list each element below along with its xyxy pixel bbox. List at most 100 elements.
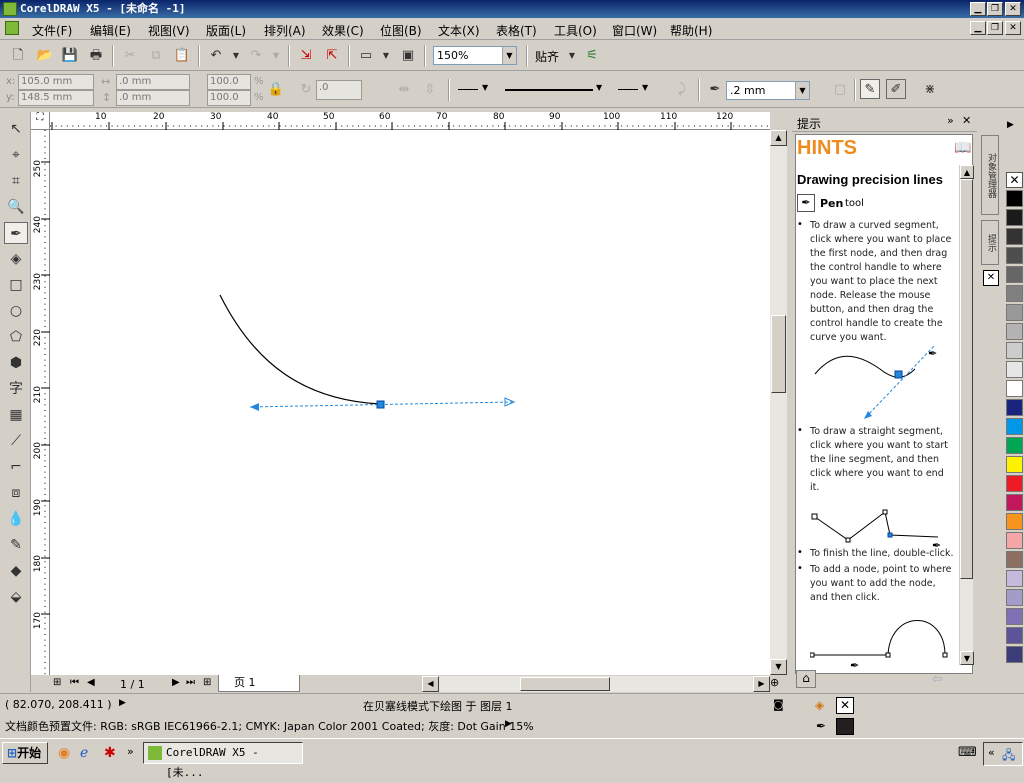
fill-tool-icon[interactable]: ◆ (4, 560, 28, 582)
minimize-button[interactable]: ▁ (970, 2, 986, 16)
color-swatch[interactable] (1006, 228, 1023, 245)
color-swatch[interactable] (1006, 570, 1023, 587)
table-tool-icon[interactable]: ▦ (4, 404, 28, 426)
shape-tool-icon[interactable]: ⌖ (4, 144, 28, 166)
launcher-dropdown-icon[interactable]: ▼ (376, 46, 396, 66)
width-field[interactable]: .0 mm (116, 74, 190, 90)
ruler-origin-icon[interactable]: ⛶ (31, 112, 50, 130)
scale-y-field[interactable]: 100.0 (207, 90, 251, 106)
open-icon[interactable]: 📂 (35, 46, 55, 66)
y-position-field[interactable]: 148.5 mm (18, 90, 94, 106)
scroll-right-icon[interactable]: ▶ (753, 676, 770, 692)
eyedropper-tool-icon[interactable]: 💧 (4, 508, 28, 530)
color-swatch[interactable] (1006, 190, 1023, 207)
color-swatch[interactable] (1006, 418, 1023, 435)
tab-object-manager[interactable]: 对象管理器 (981, 135, 999, 215)
color-swatch[interactable] (1006, 627, 1023, 644)
home-icon[interactable]: ⌂ (796, 670, 816, 688)
blend-tool-icon[interactable]: ⧈ (4, 482, 28, 504)
color-swatch[interactable] (1006, 494, 1023, 511)
tab-hints[interactable]: 提示 (981, 220, 999, 265)
color-swatch[interactable] (1006, 589, 1023, 606)
outline-tool-icon[interactable]: ✎ (4, 534, 28, 556)
paste-icon[interactable]: 📋 (172, 46, 192, 66)
application-launcher-icon[interactable]: ▭ (356, 46, 376, 66)
pick-tool-icon[interactable]: ↖ (4, 118, 28, 140)
doc-close-button[interactable]: ✕ (1005, 21, 1021, 35)
help-book-icon[interactable]: 📖 (954, 140, 971, 156)
reverse-direction-icon[interactable]: ⤸ (672, 80, 692, 100)
crop-tool-icon[interactable]: ⌗ (4, 170, 28, 192)
scroll-up-icon[interactable]: ▲ (960, 165, 974, 179)
menu-table[interactable]: 表格(T) (496, 22, 537, 39)
next-page-icon[interactable]: ▶ (172, 677, 180, 688)
lock-ratio-icon[interactable]: 🔒 (266, 80, 286, 100)
navigator-icon[interactable]: ⊕ (770, 676, 779, 689)
redo-icon[interactable]: ↷ (246, 46, 266, 66)
mirror-vertical-icon[interactable]: ⇳ (420, 80, 440, 100)
scroll-down-icon[interactable]: ▼ (960, 651, 974, 665)
color-swatch[interactable] (1006, 646, 1023, 663)
menu-effects[interactable]: 效果(C) (322, 22, 364, 39)
app-icon[interactable]: ✱ (104, 745, 116, 761)
keyboard-icon[interactable]: ⌨ (958, 745, 977, 760)
scroll-up-icon[interactable]: ▲ (770, 130, 787, 146)
chevron-down-icon[interactable]: ▼ (502, 47, 516, 64)
drawing-canvas[interactable] (50, 130, 770, 675)
first-page-icon[interactable]: ⏮ (70, 677, 79, 688)
mirror-horizontal-icon[interactable]: ⇹ (394, 80, 414, 100)
redo-dropdown-icon[interactable]: ▼ (266, 46, 286, 66)
snap-to-menu[interactable]: 贴齐 (535, 48, 559, 65)
rotate-icon[interactable]: ↻ (296, 80, 316, 100)
color-swatch[interactable] (1006, 361, 1023, 378)
docker-expand-icon[interactable]: » (947, 114, 954, 127)
scroll-thumb[interactable] (771, 315, 786, 393)
zoom-tool-icon[interactable]: 🔍 (4, 196, 28, 218)
pen-tool-icon[interactable]: ✒ (4, 222, 28, 244)
color-swatch[interactable] (1006, 266, 1023, 283)
fill-none-swatch[interactable]: ✕ (836, 697, 854, 714)
hints-scrollbar[interactable]: ▲ ▼ (959, 165, 974, 665)
copy-icon[interactable]: ⧉ (146, 46, 166, 66)
undo-icon[interactable]: ↶ (206, 46, 226, 66)
horizontal-scroll-thumb[interactable] (520, 677, 610, 691)
ellipse-tool-icon[interactable]: ○ (4, 300, 28, 322)
color-swatch[interactable] (1006, 209, 1023, 226)
rotation-angle-field[interactable]: .0 (316, 80, 362, 100)
cut-icon[interactable]: ✂ (120, 46, 140, 66)
taskbar-corel-window[interactable]: CorelDRAW X5 - [未... (143, 742, 303, 779)
color-swatch[interactable] (1006, 513, 1023, 530)
wrap-text-icon[interactable]: ▢ (830, 80, 850, 100)
color-swatch[interactable] (1006, 551, 1023, 568)
start-button[interactable]: ⊞开始 (2, 742, 48, 764)
color-swatch[interactable] (1006, 532, 1023, 549)
internet-explorer-icon[interactable]: ℯ (80, 745, 88, 761)
menu-file[interactable]: 文件(F) (32, 22, 72, 39)
color-swatch[interactable] (1006, 437, 1023, 454)
zoom-level-combo[interactable]: 150% ▼ (433, 46, 517, 65)
chevron-down-icon[interactable]: ▼ (795, 82, 809, 99)
menu-bitmaps[interactable]: 位图(B) (380, 22, 422, 39)
chrome-icon[interactable]: ◉ (58, 745, 70, 761)
color-swatch[interactable] (1006, 247, 1023, 264)
color-swatch[interactable] (1006, 342, 1023, 359)
color-swatch[interactable] (1006, 285, 1023, 302)
x-position-field[interactable]: 105.0 mm (18, 74, 94, 90)
menu-window[interactable]: 窗口(W) (612, 22, 657, 39)
coords-arrow-icon[interactable]: ▶ (119, 698, 126, 708)
smart-fill-icon[interactable]: ◈ (4, 248, 28, 270)
text-tool-icon[interactable]: 字 (4, 378, 28, 400)
menu-text[interactable]: 文本(X) (438, 22, 480, 39)
dimension-tool-icon[interactable]: ⟋ (4, 430, 28, 452)
dynamic-guides-icon[interactable]: ⚟ (582, 46, 602, 66)
new-document-icon[interactable]: 🗋 (8, 46, 28, 66)
line-style-selector[interactable]: ▼ (505, 82, 605, 98)
hints-scroll-thumb[interactable] (960, 179, 973, 579)
rectangle-tool-icon[interactable]: □ (4, 274, 28, 296)
color-swatch[interactable] (1006, 456, 1023, 473)
network-icon[interactable]: 🖧 (1002, 746, 1015, 767)
scale-x-field[interactable]: 100.0 (207, 74, 251, 90)
canvas-vertical-scrollbar[interactable]: ▲ ▼ (770, 130, 787, 675)
import-icon[interactable]: ⇲ (296, 46, 316, 66)
profile-arrow-icon[interactable]: ▶ (505, 719, 512, 729)
